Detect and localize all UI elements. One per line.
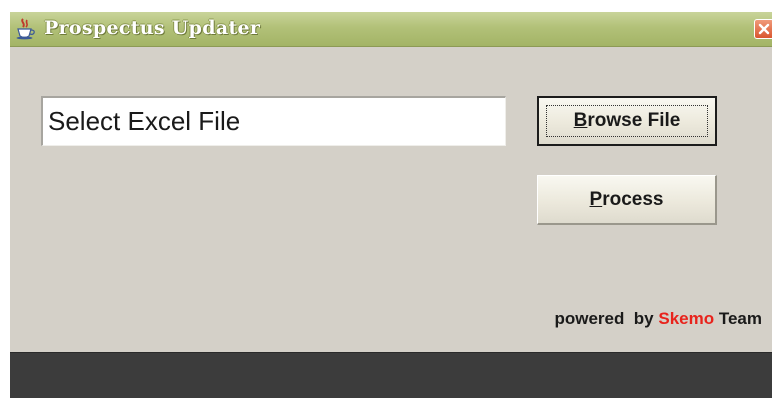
excel-file-path-input[interactable] (41, 96, 506, 146)
credits-text: powered by Skemo Team (554, 309, 762, 329)
window-title: Prospectus Updater (44, 17, 261, 39)
focus-ring (546, 105, 708, 137)
process-button[interactable]: Process (537, 175, 717, 225)
process-label: rocess (602, 189, 664, 210)
credits-suffix: Team (714, 309, 762, 328)
credits-brand: Skemo (658, 309, 715, 328)
close-icon (758, 23, 770, 35)
java-cup-icon (14, 18, 36, 40)
app-window: Prospectus Updater Browse File Process p… (10, 12, 772, 398)
bottom-bar (10, 352, 772, 398)
credits-prefix: powered by (554, 309, 659, 328)
process-mnemonic: P (589, 189, 603, 210)
title-bar[interactable]: Prospectus Updater (10, 12, 772, 47)
close-button[interactable] (754, 19, 772, 39)
browse-file-button[interactable]: Browse File (537, 96, 717, 146)
